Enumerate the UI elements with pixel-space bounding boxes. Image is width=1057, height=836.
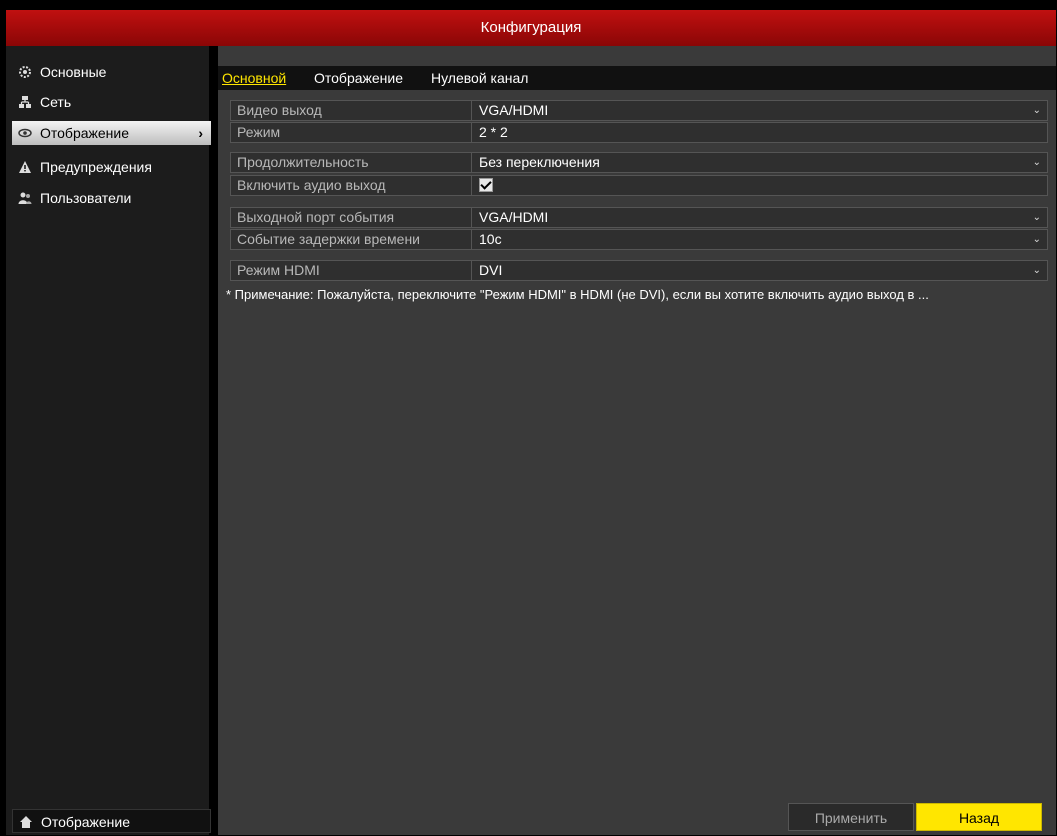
- network-icon: [18, 92, 32, 108]
- sidebar-item-users[interactable]: Пользователи: [12, 186, 209, 210]
- chevron-down-icon: ⌄: [1032, 157, 1041, 168]
- config-window: Конфигурация Основные Сеть Отображение ›…: [0, 0, 1057, 835]
- sidebar: Основные Сеть Отображение › Предупрежден…: [6, 46, 211, 835]
- video-output-select[interactable]: VGA/HDMI: [473, 101, 1047, 120]
- main-panel: Основной Отображение Нулевой канал Видео…: [218, 46, 1056, 835]
- sidebar-item-display[interactable]: Отображение ›: [12, 121, 211, 145]
- tab-bar: Основной Отображение Нулевой канал: [218, 66, 1056, 90]
- setting-video-output: Видео выход VGA/HDMI ⌄: [230, 100, 1048, 121]
- sidebar-item-network[interactable]: Сеть: [12, 90, 209, 114]
- audio-output-checkbox[interactable]: [479, 178, 493, 192]
- setting-label: Событие задержки времени: [231, 230, 472, 249]
- window-title: Конфигурация: [6, 10, 1056, 46]
- setting-mode: Режим 2 * 2: [230, 122, 1048, 143]
- setting-label: Видео выход: [231, 101, 472, 120]
- note-text: * Примечание: Пожалуйста, переключите "Р…: [226, 287, 929, 302]
- sidebar-item-label: Предупреждения: [40, 159, 152, 175]
- hdmi-mode-select[interactable]: DVI: [473, 261, 1047, 280]
- setting-label: Выходной порт события: [231, 208, 472, 227]
- eye-icon: [18, 123, 32, 138]
- mode-select[interactable]: 2 * 2: [473, 123, 1047, 142]
- chevron-down-icon: ⌄: [1032, 105, 1041, 116]
- event-delay-select[interactable]: 10с: [473, 230, 1047, 249]
- setting-label: Продолжительность: [231, 153, 472, 172]
- home-icon: [19, 812, 33, 828]
- gear-icon: [18, 62, 32, 78]
- sidebar-item-general[interactable]: Основные: [12, 60, 209, 84]
- setting-label: Режим: [231, 123, 472, 142]
- sidebar-item-label: Основные: [40, 64, 107, 80]
- sidebar-item-label: Отображение: [40, 125, 130, 141]
- chevron-down-icon: ⌄: [1032, 265, 1041, 276]
- setting-event-delay: Событие задержки времени 10с ⌄: [230, 229, 1048, 250]
- setting-audio-output: Включить аудио выход: [230, 175, 1048, 196]
- warning-icon: [18, 157, 32, 173]
- audio-output-cell: [473, 176, 1047, 195]
- back-button[interactable]: Назад: [916, 803, 1042, 831]
- sidebar-item-label: Сеть: [40, 94, 72, 110]
- sidebar-footer-display[interactable]: Отображение: [12, 809, 211, 833]
- setting-hdmi-mode: Режим HDMI DVI ⌄: [230, 260, 1048, 281]
- sidebar-item-label: Пользователи: [40, 190, 132, 206]
- tab-display[interactable]: Отображение: [314, 70, 403, 86]
- setting-label: Режим HDMI: [231, 261, 472, 280]
- sidebar-item-warnings[interactable]: Предупреждения: [12, 155, 209, 179]
- users-icon: [18, 188, 32, 204]
- setting-duration: Продолжительность Без переключения ⌄: [230, 152, 1048, 173]
- chevron-down-icon: ⌄: [1032, 234, 1041, 245]
- tab-zero-channel[interactable]: Нулевой канал: [431, 70, 528, 86]
- setting-event-output-port: Выходной порт события VGA/HDMI ⌄: [230, 207, 1048, 228]
- setting-label: Включить аудио выход: [231, 176, 472, 195]
- sidebar-footer-label: Отображение: [41, 814, 131, 830]
- event-output-port-select[interactable]: VGA/HDMI: [473, 208, 1047, 227]
- apply-button[interactable]: Применить: [788, 803, 914, 831]
- chevron-right-icon: ›: [198, 125, 203, 141]
- chevron-down-icon: ⌄: [1032, 212, 1041, 223]
- tab-basic[interactable]: Основной: [222, 70, 286, 86]
- duration-select[interactable]: Без переключения: [473, 153, 1047, 172]
